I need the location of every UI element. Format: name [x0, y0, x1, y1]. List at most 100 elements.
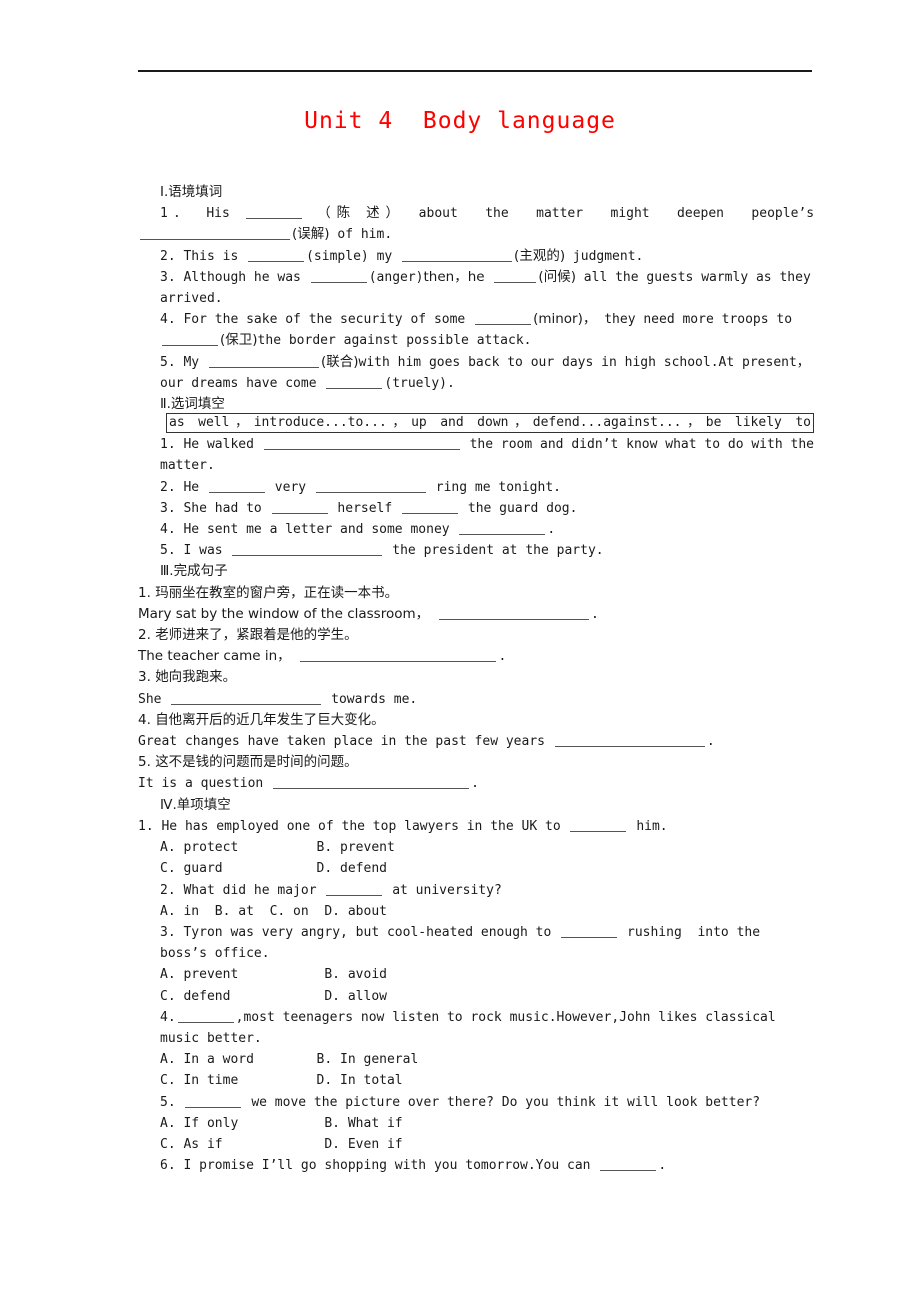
item-text-a: He walked [183, 437, 254, 453]
section3-item-2-en: The teacher came in， . [138, 646, 814, 667]
section1-item-5: 5. My (联合)with him goes back to our days… [138, 352, 814, 394]
answer-blank[interactable] [185, 1094, 242, 1108]
item-hint-1: (minor)， [533, 311, 597, 328]
item-stem-b: him. [636, 818, 668, 834]
answer-blank[interactable] [208, 354, 319, 368]
worksheet-body: Ⅰ.语境填词 1． His （陈 述） about the matter mig… [138, 182, 814, 1176]
item-number: 5. [160, 354, 176, 370]
item-text-b: . [547, 522, 556, 538]
item-number: 2. [160, 248, 176, 264]
section2-item-5: 5. I was the president at the party. [138, 540, 814, 561]
answer-blank[interactable] [263, 436, 460, 451]
item-text-a: For the sake of the security of some [183, 312, 466, 328]
section4-item-5-stem: 5. we move the picture over there? Do yo… [138, 1092, 814, 1113]
answer-blank[interactable] [475, 311, 532, 326]
item-number: 2. [138, 627, 151, 644]
section4-item-1-choices-1[interactable]: A. protect B. prevent [138, 837, 814, 858]
section-heading-4: Ⅳ.单项填空 [160, 796, 231, 813]
section3-item-3-en: She towards me. [138, 689, 814, 710]
item-text-a: I was [183, 543, 223, 559]
answer-blank[interactable] [310, 269, 367, 283]
section1-item-1: 1． His （陈 述） about the matter might deep… [138, 203, 814, 224]
answer-blank[interactable] [300, 648, 497, 663]
item-stem-a: Tyron was very angry, but cool-heated en… [183, 924, 552, 940]
item-hint-1: (simple) [306, 248, 369, 264]
item-text-mid: very [274, 479, 307, 495]
answer-blank[interactable] [177, 1009, 234, 1023]
item-text-en-b: towards me. [331, 691, 418, 707]
item-number: 5. [160, 1094, 176, 1110]
answer-blank[interactable] [271, 500, 328, 514]
section4-item-3-choices-2[interactable]: C. defend D. allow [138, 986, 814, 1007]
section3-item-1-en: Mary sat by the window of the classroom，… [138, 604, 814, 625]
item-number: 1． [160, 206, 193, 222]
item-number: 1. [160, 437, 176, 453]
item-text-en-a: Mary sat by the window of the classroom， [138, 605, 430, 622]
item-text-b: then，he [423, 268, 485, 285]
section1-item-2: 2. This is (simple) my (主观的) judgment. [138, 246, 814, 267]
answer-blank[interactable] [459, 521, 546, 536]
item-text-en-b: . [590, 606, 599, 622]
answer-blank[interactable] [600, 1157, 657, 1172]
item-number: 2. [160, 479, 176, 495]
answer-blank[interactable] [248, 248, 305, 262]
section4-item-1-choices-2[interactable]: C. guard D. defend [138, 858, 814, 879]
item-text-en-a: She [138, 691, 162, 707]
item-hint-1: (anger) [368, 269, 424, 285]
answer-blank[interactable] [402, 248, 513, 262]
answer-blank[interactable] [561, 924, 618, 938]
item-number: 4. [160, 522, 176, 538]
section4-item-2-choices-1[interactable]: A. in B. at C. on D. about [138, 901, 814, 922]
section4-item-6-stem: 6. I promise I’ll go shopping with you t… [138, 1155, 814, 1176]
item-stem-b: . [658, 1158, 667, 1174]
item-hint-2: (truely). [384, 375, 455, 391]
item-number: 3. [138, 669, 151, 686]
answer-blank[interactable] [162, 332, 218, 347]
section1-item-3: 3. Although he was (anger)then，he (问候) a… [138, 267, 814, 309]
item-text-cn: 老师进来了，紧跟着是他的学生。 [155, 627, 358, 644]
section-heading-1: Ⅰ.语境填词 [160, 184, 223, 200]
item-text-a: His [206, 206, 230, 222]
answer-blank[interactable] [245, 205, 302, 220]
item-text-en-b: . [498, 649, 507, 665]
item-text-en-b: . [706, 734, 715, 750]
item-text-c: judgment. [572, 248, 644, 264]
item-text-b: the president at the party. [392, 543, 604, 559]
answer-blank[interactable] [208, 479, 265, 493]
item-text-en-a: Great changes have taken place in the pa… [138, 734, 545, 750]
item-hint-2: (误解) [292, 226, 330, 243]
section4-item-4-choices-1[interactable]: A. In a word B. In general [138, 1049, 814, 1070]
section4-item-5-choices-1[interactable]: A. If only B. What if [138, 1113, 814, 1134]
answer-blank[interactable] [140, 226, 290, 241]
item-hint-2: (问候) [538, 268, 576, 285]
answer-blank[interactable] [315, 479, 426, 493]
answer-blank[interactable] [273, 775, 470, 790]
answer-blank[interactable] [554, 733, 705, 748]
item-hint-1: （陈 述） [317, 205, 405, 222]
answer-blank[interactable] [326, 882, 383, 896]
answer-blank[interactable] [438, 606, 589, 620]
answer-blank[interactable] [402, 500, 459, 514]
item-text-en-b: . [471, 776, 479, 792]
answer-blank[interactable] [326, 375, 383, 389]
item-stem-b: we move the picture over there? Do you t… [251, 1094, 761, 1110]
section2-item-2: 2. He very ring me tonight. [138, 477, 814, 498]
section3-item-4-en: Great changes have taken place in the pa… [138, 731, 814, 752]
item-text-b: they need more troops to [604, 312, 793, 328]
answer-blank[interactable] [494, 269, 537, 283]
word-bank-text: as well，introduce...to...，up and down，de… [169, 415, 811, 430]
item-stem-a: He has employed one of the top lawyers i… [161, 818, 561, 834]
section4-item-4-choices-2[interactable]: C. In time D. In total [138, 1070, 814, 1091]
item-text-b: the guard dog. [467, 500, 578, 516]
section1-item-4: 4. For the sake of the security of some … [138, 309, 814, 351]
item-text-b: my [376, 248, 393, 264]
item-text-b: about the matter might deepen people’s [418, 206, 815, 222]
section2-item-1: 1. He walked the room and didn’t know wh… [138, 434, 814, 476]
answer-blank[interactable] [171, 691, 322, 705]
word-bank-box: as well，introduce...to...，up and down，de… [166, 413, 814, 433]
section4-item-5-choices-2[interactable]: C. As if D. Even if [138, 1134, 814, 1155]
section4-item-3-choices-1[interactable]: A. prevent B. avoid [138, 964, 814, 985]
answer-blank[interactable] [570, 818, 627, 832]
answer-blank[interactable] [232, 542, 383, 557]
item-number: 3. [160, 924, 176, 940]
